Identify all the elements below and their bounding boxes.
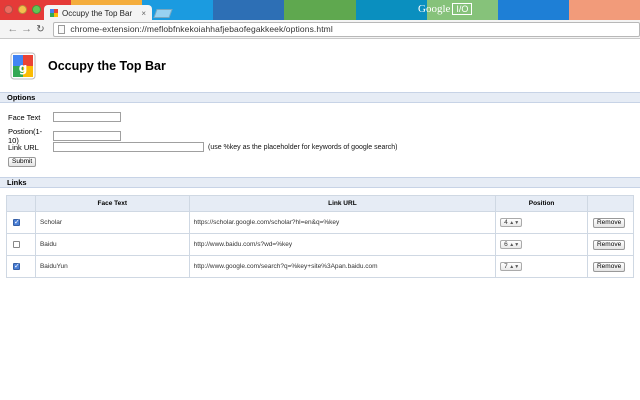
row-enabled-checkbox[interactable] [13, 218, 20, 226]
remove-button[interactable]: Remove [592, 217, 626, 228]
address-bar[interactable]: chrome-extension://meflobfnkekoiahhafjeb… [53, 21, 640, 37]
tab-title: Occupy the Top Bar [62, 8, 133, 18]
row-enabled-checkbox[interactable] [13, 240, 20, 248]
position-select-value: 6 [504, 241, 508, 248]
google-logo-icon: g [10, 52, 36, 80]
link-url-input[interactable] [53, 142, 204, 152]
minimize-window-button[interactable] [18, 5, 27, 14]
extension-favicon-icon [50, 9, 58, 17]
titlebar-color-segment [568, 0, 640, 20]
submit-button[interactable]: Submit [8, 157, 37, 167]
page-title: Occupy the Top Bar [48, 59, 166, 73]
position-select-value: 4 [504, 219, 508, 226]
tab-close-icon[interactable]: × [141, 9, 146, 18]
face-text-row: Face Text [8, 112, 121, 122]
row-face-text: BaiduYun [34, 255, 190, 278]
reload-icon[interactable]: ↻ [34, 20, 48, 39]
titlebar-color-segment [497, 0, 569, 20]
face-text-input[interactable] [53, 112, 121, 122]
row-link-url: http://www.baidu.com/s?wd=%key [188, 233, 497, 256]
table-row: Scholar https://scholar.google.com/schol… [6, 211, 635, 234]
back-arrow-icon[interactable]: ← [6, 20, 20, 39]
position-select[interactable]: 4 ▲▼ [500, 218, 523, 227]
table-row: BaiduYun http://www.google.com/search?q=… [6, 255, 635, 278]
link-url-label: Link URL [8, 142, 39, 152]
position-select-value: 7 [504, 263, 508, 270]
page-icon [58, 24, 66, 34]
links-heading: Links [0, 177, 640, 188]
address-url[interactable]: chrome-extension://meflobfnkekoiahhafjeb… [70, 24, 333, 34]
new-tab-button[interactable] [153, 9, 173, 18]
row-link-url: http://www.google.com/search?q=%key+site… [188, 255, 497, 278]
select-arrows-icon: ▲▼ [509, 241, 520, 248]
row-link-url: https://scholar.google.com/scholar?hl=en… [188, 211, 497, 234]
face-text-label: Face Text [8, 112, 41, 122]
column-header-face-text: Face Text [34, 195, 190, 212]
titlebar-color-segment [284, 0, 356, 20]
column-header-select [6, 195, 36, 212]
remove-button[interactable]: Remove [592, 239, 626, 250]
position-select[interactable]: 6 ▲▼ [500, 240, 523, 249]
window-controls [4, 5, 41, 14]
table-row: Baidu http://www.baidu.com/s?wd=%key 6 ▲▼… [6, 233, 635, 256]
svg-text:g: g [19, 61, 28, 75]
browser-toolbar: ← → ↻ chrome-extension://meflobfnkekoiah… [0, 20, 640, 39]
column-header-actions [586, 195, 635, 212]
link-url-hint: (use %key as the placeholder for keyword… [208, 143, 398, 151]
row-enabled-checkbox[interactable] [13, 262, 20, 270]
forward-arrow-icon[interactable]: → [20, 20, 34, 39]
page-header: g Occupy the Top Bar [10, 52, 166, 80]
column-header-link-url: Link URL [188, 195, 497, 212]
google-io-word: Google [418, 3, 451, 15]
position-select[interactable]: 7 ▲▼ [500, 262, 523, 271]
google-io-badge: Google I/O [418, 3, 473, 15]
links-table: Face Text Link URL Position Scholar http… [6, 195, 635, 278]
row-face-text: Scholar [34, 211, 190, 234]
titlebar-color-segment [355, 0, 427, 20]
browser-tab[interactable]: Occupy the Top Bar × [44, 5, 152, 21]
titlebar-color-segment [213, 0, 285, 20]
io-mark: I/O [452, 3, 473, 15]
links-table-header: Face Text Link URL Position [6, 195, 635, 212]
select-arrows-icon: ▲▼ [509, 219, 520, 226]
options-heading: Options [0, 92, 640, 103]
column-header-position: Position [495, 195, 588, 212]
maximize-window-button[interactable] [32, 5, 41, 14]
row-face-text: Baidu [34, 233, 190, 256]
select-arrows-icon: ▲▼ [509, 263, 520, 270]
remove-button[interactable]: Remove [592, 261, 626, 272]
link-url-row: Link URL (use %key as the placeholder fo… [8, 142, 398, 152]
close-window-button[interactable] [4, 5, 13, 14]
position-input[interactable] [53, 131, 121, 141]
